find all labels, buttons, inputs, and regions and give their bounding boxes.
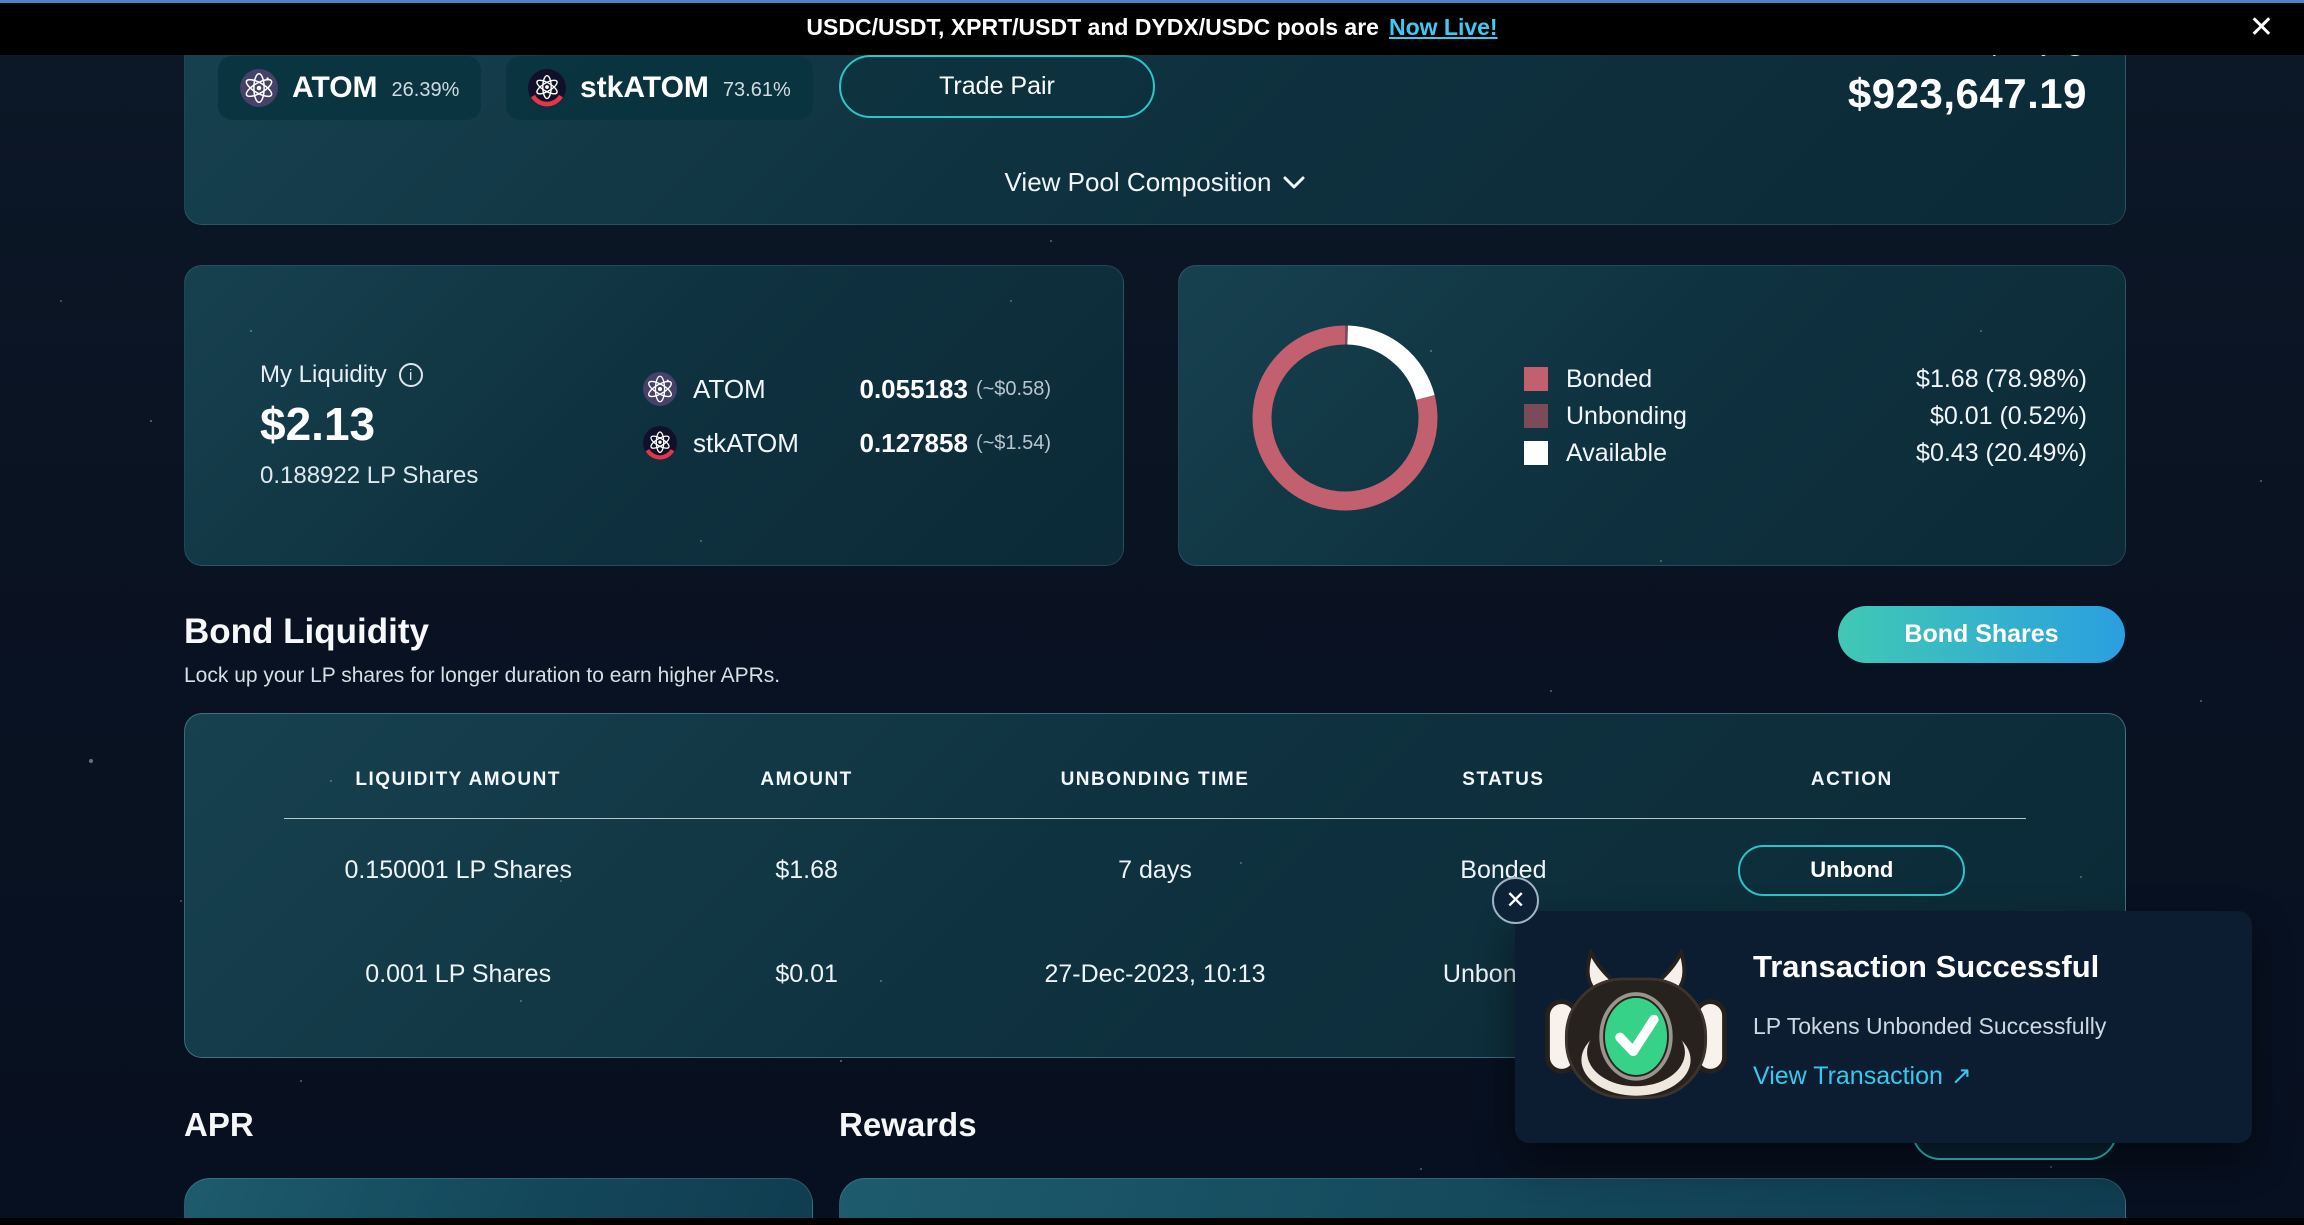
column-header: AMOUNT — [632, 769, 980, 791]
my-liquidity-label: My Liquidity — [260, 361, 387, 389]
legend-value: $1.68 (78.98%) — [1916, 365, 2087, 394]
info-icon[interactable]: i — [399, 363, 423, 387]
token-amount: 0.127858 — [859, 428, 967, 459]
token-name: stkATOM — [580, 71, 709, 105]
column-header: ACTION — [1678, 769, 2026, 791]
available-swatch-icon — [1524, 441, 1548, 465]
allocation-card: Bonded $1.68 (78.98%) Unbonding $0.01 (0… — [1178, 265, 2126, 566]
legend-row-bonded: Bonded $1.68 (78.98%) — [1524, 364, 2087, 394]
atom-icon — [240, 69, 278, 107]
unbonding-time-cell: 27-Dec-2023, 10:13 — [981, 960, 1329, 989]
column-header: STATUS — [1329, 769, 1677, 791]
app-screen: USDC/USDT, XPRT/USDT and DYDX/USDC pools… — [0, 0, 2304, 1225]
bonded-swatch-icon — [1524, 367, 1548, 391]
atom-icon — [643, 372, 677, 406]
token-holdings-list: ATOM 0.055183 (~$0.58) stkATOM 0.127858 … — [643, 367, 1051, 475]
donut-chart — [1241, 314, 1449, 522]
token-name: ATOM — [292, 71, 378, 105]
bottom-edge-bar — [0, 1218, 2304, 1225]
token-badge-stkatom: stkATOM 73.61% — [506, 56, 813, 120]
legend-value: $0.01 (0.52%) — [1930, 402, 2087, 431]
amount-cell: $1.68 — [632, 856, 980, 885]
token-name: ATOM — [693, 374, 766, 405]
banner-close-icon[interactable]: ✕ — [2249, 13, 2274, 43]
view-transaction-link[interactable]: View Transaction ↗ — [1753, 1061, 1972, 1091]
table-header-row: LIQUIDITY AMOUNT AMOUNT UNBONDING TIME S… — [284, 742, 2026, 818]
token-holding-row: ATOM 0.055183 (~$0.58) — [643, 367, 1051, 411]
legend-label: Available — [1566, 439, 1667, 468]
table-row: 0.150001 LP Shares $1.68 7 days Bonded U… — [284, 818, 2026, 922]
stkatom-icon — [643, 426, 677, 460]
chevron-down-icon — [1283, 176, 1305, 189]
token-usd-value: (~$0.58) — [976, 378, 1051, 401]
token-holding-row: stkATOM 0.127858 (~$1.54) — [643, 421, 1051, 465]
apr-section-title: APR — [184, 1106, 254, 1144]
announcement-text: USDC/USDT, XPRT/USDT and DYDX/USDC pools… — [806, 14, 1379, 41]
my-liquidity-value: $2.13 — [260, 397, 375, 451]
toast-close-icon[interactable]: ✕ — [1492, 877, 1539, 924]
now-live-link[interactable]: Now Live! — [1389, 14, 1498, 41]
token-weight: 26.39% — [392, 75, 460, 102]
my-liquidity-card: My Liquidity i $2.13 0.188922 LP Shares … — [184, 265, 1124, 566]
token-amount: 0.055183 — [859, 374, 967, 405]
bond-shares-button[interactable]: Bond Shares — [1838, 606, 2125, 663]
amount-cell: $0.01 — [632, 960, 980, 989]
token-weight: 73.61% — [723, 75, 791, 102]
stkatom-icon — [528, 69, 566, 107]
view-pool-composition-toggle[interactable]: View Pool Composition — [185, 167, 2125, 198]
pool-liquidity-value: $923,647.19 — [1848, 70, 2087, 118]
column-header: LIQUIDITY AMOUNT — [284, 769, 632, 791]
robot-success-icon — [1541, 947, 1731, 1107]
legend-row-unbonding: Unbonding $0.01 (0.52%) — [1524, 401, 2087, 431]
liquidity-amount-cell: 0.150001 LP Shares — [284, 856, 632, 885]
view-transaction-label: View Transaction — [1753, 1062, 1943, 1091]
announcement-banner: USDC/USDT, XPRT/USDT and DYDX/USDC pools… — [0, 0, 2304, 55]
legend-label: Bonded — [1566, 365, 1652, 394]
rewards-section-title: Rewards — [839, 1106, 977, 1144]
bond-liquidity-title: Bond Liquidity — [184, 612, 429, 652]
toast-message: LP Tokens Unbonded Successfully — [1753, 1013, 2106, 1040]
token-badge-atom: ATOM 26.39% — [218, 56, 481, 120]
external-link-icon: ↗ — [1951, 1061, 1972, 1091]
legend-label: Unbonding — [1566, 402, 1687, 431]
bond-liquidity-subtitle: Lock up your LP shares for longer durati… — [184, 664, 780, 688]
lp-shares-amount: 0.188922 LP Shares — [260, 462, 478, 490]
column-header: UNBONDING TIME — [981, 769, 1329, 791]
top-progress-line — [0, 0, 2304, 3]
allocation-legend: Bonded $1.68 (78.98%) Unbonding $0.01 (0… — [1524, 364, 2087, 475]
unbonding-time-cell: 7 days — [981, 856, 1329, 885]
liquidity-amount-cell: 0.001 LP Shares — [284, 960, 632, 989]
view-pool-composition-label: View Pool Composition — [1005, 167, 1272, 198]
toast-title: Transaction Successful — [1753, 949, 2099, 985]
token-usd-value: (~$1.54) — [976, 432, 1051, 455]
unbonding-swatch-icon — [1524, 404, 1548, 428]
token-name: stkATOM — [693, 428, 799, 459]
unbond-button[interactable]: Unbond — [1738, 845, 1965, 896]
legend-value: $0.43 (20.49%) — [1916, 439, 2087, 468]
legend-row-available: Available $0.43 (20.49%) — [1524, 438, 2087, 468]
trade-pair-button[interactable]: Trade Pair — [839, 55, 1155, 118]
transaction-toast: ✕ Transaction Successful LP Tokens Unbon… — [1515, 911, 2252, 1143]
